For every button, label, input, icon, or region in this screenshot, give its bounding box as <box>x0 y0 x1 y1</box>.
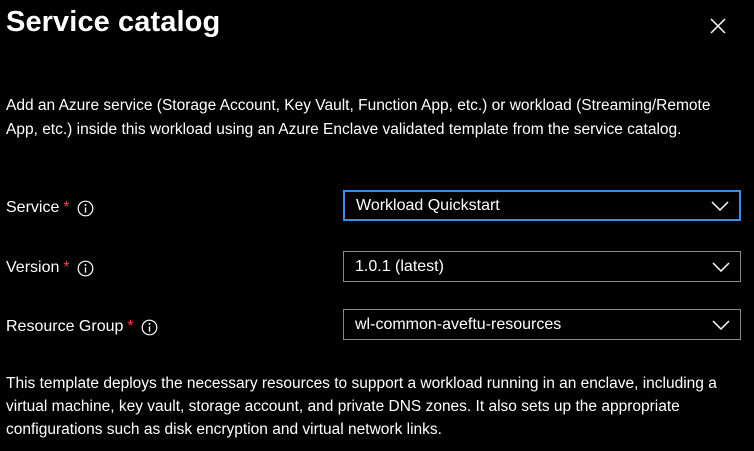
chevron-down-icon <box>711 200 729 211</box>
service-label: Service <box>6 199 60 216</box>
service-catalog-panel: Service catalog Add an Azure service (St… <box>0 0 754 451</box>
required-asterisk: * <box>127 318 134 335</box>
info-icon[interactable] <box>77 260 94 277</box>
info-icon[interactable] <box>141 319 158 336</box>
chevron-down-icon <box>712 319 730 330</box>
version-label-row: Version * <box>6 259 94 277</box>
service-dropdown-value: Workload Quickstart <box>356 196 500 214</box>
version-label: Version <box>6 259 60 276</box>
panel-description: Add an Azure service (Storage Account, K… <box>6 97 711 138</box>
close-button[interactable] <box>702 10 734 42</box>
panel-title: Service catalog <box>6 6 221 38</box>
close-icon <box>702 10 734 42</box>
resource-group-dropdown[interactable]: wl-common-aveftu-resources <box>343 309 741 340</box>
resource-group-label: Resource Group <box>6 318 124 335</box>
template-description: This template deploys the necessary reso… <box>6 375 717 438</box>
service-dropdown[interactable]: Workload Quickstart <box>343 190 741 221</box>
service-label-row: Service * <box>6 199 94 217</box>
required-asterisk: * <box>63 199 70 216</box>
version-dropdown[interactable]: 1.0.1 (latest) <box>343 251 741 282</box>
chevron-down-icon <box>712 261 730 272</box>
version-dropdown-value: 1.0.1 (latest) <box>355 257 444 275</box>
resource-group-label-row: Resource Group * <box>6 318 158 336</box>
required-asterisk: * <box>63 259 70 276</box>
resource-group-dropdown-value: wl-common-aveftu-resources <box>355 315 562 333</box>
info-icon[interactable] <box>77 200 94 217</box>
